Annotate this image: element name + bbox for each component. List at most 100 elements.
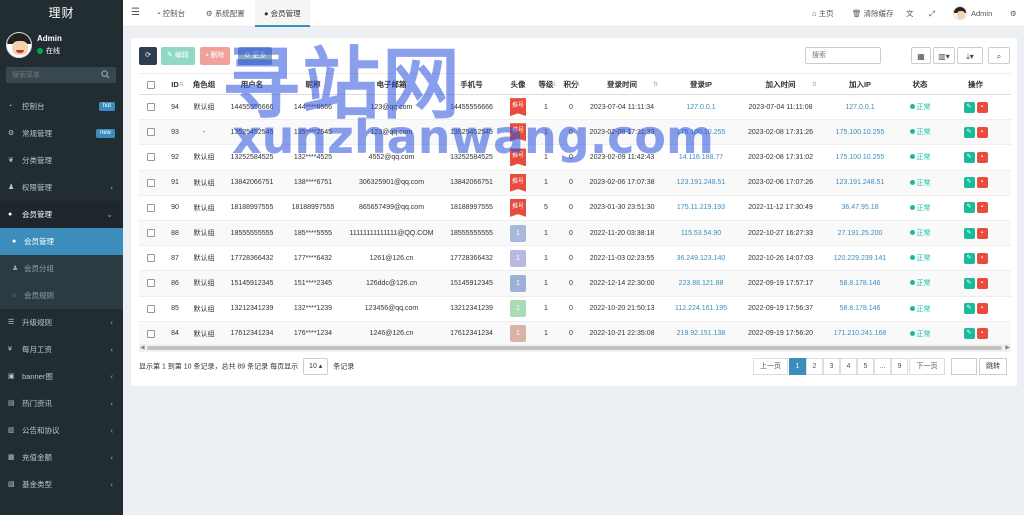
cell-status[interactable]: 正常 (900, 220, 940, 247)
page-button[interactable]: 5 (857, 358, 874, 375)
col-join-time[interactable]: 加入时间 ⇅ (741, 73, 820, 95)
navbar-username[interactable]: Admin (971, 0, 992, 27)
sidebar-item-fund-type[interactable]: ▧ 基金类型 ‹ (0, 471, 123, 498)
sidebar-search-input[interactable] (6, 67, 96, 83)
select-all-checkbox[interactable] (139, 73, 163, 95)
cell-login-ip[interactable]: 36.249.123.140 (661, 245, 741, 272)
delete-row-button[interactable]: ▪ (976, 328, 988, 340)
scroll-left-icon[interactable]: ◀ (140, 344, 145, 352)
page-button[interactable]: 3 (823, 358, 840, 375)
edit-row-button[interactable]: ✎ (963, 126, 975, 138)
refresh-button[interactable]: ⟳ (139, 47, 157, 65)
edit-row-button[interactable]: ✎ (963, 177, 975, 189)
jump-page-input[interactable] (951, 358, 977, 375)
cell-join-ip[interactable]: 58.8.178.146 (820, 270, 900, 297)
sidebar-item-member[interactable]: ● 会员管理 ⌄ (0, 201, 123, 228)
sidebar-item-upgrade-rule[interactable]: ☰ 升级规则 ‹ (0, 309, 123, 336)
cell-login-ip[interactable]: 219.92.151.138 (661, 321, 741, 347)
delete-row-button[interactable]: ▪ (976, 101, 988, 113)
search-input[interactable] (806, 48, 880, 63)
search-icon[interactable] (101, 70, 110, 79)
gear-icon[interactable]: ⚙ (1010, 0, 1017, 27)
cell-status[interactable]: 正常 (900, 94, 940, 121)
sidebar-item-member-rule[interactable]: ○ 会员规则 (0, 282, 123, 309)
search-toggle-button[interactable]: ⌕ (988, 47, 1010, 64)
page-button[interactable]: 2 (806, 358, 823, 375)
row-checkbox[interactable] (139, 270, 163, 297)
home-link[interactable]: ⌂ 主页 (812, 0, 834, 27)
row-checkbox[interactable] (139, 119, 163, 146)
sidebar-item-banner[interactable]: ▣ banner图 ‹ (0, 363, 123, 390)
edit-row-button[interactable]: ✎ (963, 303, 975, 315)
sidebar-item-salary[interactable]: ¥ 每月工资 ‹ (0, 336, 123, 363)
cell-join-ip[interactable]: 175.100.10.255 (820, 144, 900, 171)
delete-row-button[interactable]: ▪ (976, 227, 988, 239)
cell-join-ip[interactable]: 120.229.239.141 (820, 245, 900, 272)
app-logo[interactable]: 理财 (0, 0, 123, 27)
delete-row-button[interactable]: ▪ (976, 277, 988, 289)
scroll-right-icon[interactable]: ▶ (1005, 344, 1010, 352)
edit-row-button[interactable]: ✎ (963, 202, 975, 214)
row-checkbox[interactable] (139, 321, 163, 347)
col-level[interactable]: 等级 ⇅ (533, 73, 559, 95)
row-checkbox[interactable] (139, 94, 163, 121)
edit-button[interactable]: ✎ 编辑 (161, 47, 195, 65)
cell-status[interactable]: 正常 (900, 321, 940, 347)
sidebar-item-member-group[interactable]: ♟ 会员分组 (0, 255, 123, 282)
col-login-time[interactable]: 登录时间 ⇅ (583, 73, 661, 95)
cell-login-ip[interactable]: 175.11.219.193 (661, 195, 741, 221)
cell-login-ip[interactable]: 123.191.248.51 (661, 170, 741, 196)
edit-row-button[interactable]: ✎ (963, 151, 975, 163)
cell-join-ip[interactable]: 127.0.0.1 (820, 94, 900, 121)
toggle-view-button[interactable]: ▦ (911, 47, 931, 64)
cell-status[interactable]: 正常 (900, 296, 940, 322)
cell-login-ip[interactable]: 112.224.161.195 (661, 296, 741, 322)
edit-row-button[interactable]: ✎ (963, 252, 975, 264)
cell-status[interactable]: 正常 (900, 119, 940, 146)
row-checkbox[interactable] (139, 144, 163, 171)
row-checkbox[interactable] (139, 170, 163, 196)
sidebar-item-dashboard[interactable]: ◔ 控制台 hot (0, 93, 123, 120)
menu-toggle-icon[interactable]: ☰ (131, 7, 140, 18)
delete-row-button[interactable]: ▪ (976, 303, 988, 315)
edit-row-button[interactable]: ✎ (963, 328, 975, 340)
cell-join-ip[interactable]: 27.191.25.200 (820, 220, 900, 247)
delete-row-button[interactable]: ▪ (976, 177, 988, 189)
page-button[interactable]: 9 (891, 358, 908, 375)
edit-row-button[interactable]: ✎ (963, 227, 975, 239)
avatar[interactable] (953, 6, 967, 20)
horizontal-scrollbar[interactable]: ◀ ▶ (139, 344, 1011, 352)
page-size-select[interactable]: 10 ▴ (303, 358, 329, 375)
scrollbar-thumb[interactable] (147, 346, 1002, 350)
cell-login-ip[interactable]: 223.88.121.88 (661, 270, 741, 297)
row-checkbox[interactable] (139, 245, 163, 272)
export-button[interactable]: ⤓▾ (957, 47, 983, 64)
delete-row-button[interactable]: ▪ (976, 151, 988, 163)
cell-login-ip[interactable]: 115.53.54.90 (661, 220, 741, 247)
fullscreen-icon[interactable]: ⤢ (929, 0, 935, 27)
sidebar-item-notice[interactable]: ▥ 公告和协议 ‹ (0, 417, 123, 444)
sidebar-item-recharge[interactable]: ▦ 充值金额 ‹ (0, 444, 123, 471)
cell-status[interactable]: 正常 (900, 144, 940, 171)
cell-join-ip[interactable]: 175.100.10.255 (820, 119, 900, 146)
delete-row-button[interactable]: ▪ (976, 126, 988, 138)
columns-button[interactable]: ▥▾ (933, 47, 955, 64)
prev-page-button[interactable]: 上一页 (753, 358, 788, 375)
cell-join-ip[interactable]: 123.191.248.51 (820, 170, 900, 196)
page-button[interactable]: 1 (789, 358, 806, 375)
sidebar-item-category[interactable]: ❦ 分类管理 (0, 147, 123, 174)
sidebar-item-news[interactable]: ▤ 热门资讯 ‹ (0, 390, 123, 417)
edit-row-button[interactable]: ✎ (963, 277, 975, 289)
cell-join-ip[interactable]: 36.47.95.18 (820, 195, 900, 221)
cell-status[interactable]: 正常 (900, 270, 940, 297)
clear-cache-button[interactable]: 🗑︎ 清除缓存 (852, 0, 894, 27)
tab-dashboard[interactable]: ◔ 控制台 (147, 0, 194, 27)
cell-status[interactable]: 正常 (900, 195, 940, 221)
page-button[interactable]: 4 (840, 358, 857, 375)
next-page-button[interactable]: 下一页 (909, 358, 945, 375)
sidebar-item-general[interactable]: ⚙ 常规管理 new (0, 120, 123, 147)
delete-row-button[interactable]: ▪ (976, 252, 988, 264)
delete-row-button[interactable]: ▪ (976, 202, 988, 214)
col-id[interactable]: ID ⇅ (163, 73, 187, 95)
cell-join-ip[interactable]: 58.8.178.146 (820, 296, 900, 322)
